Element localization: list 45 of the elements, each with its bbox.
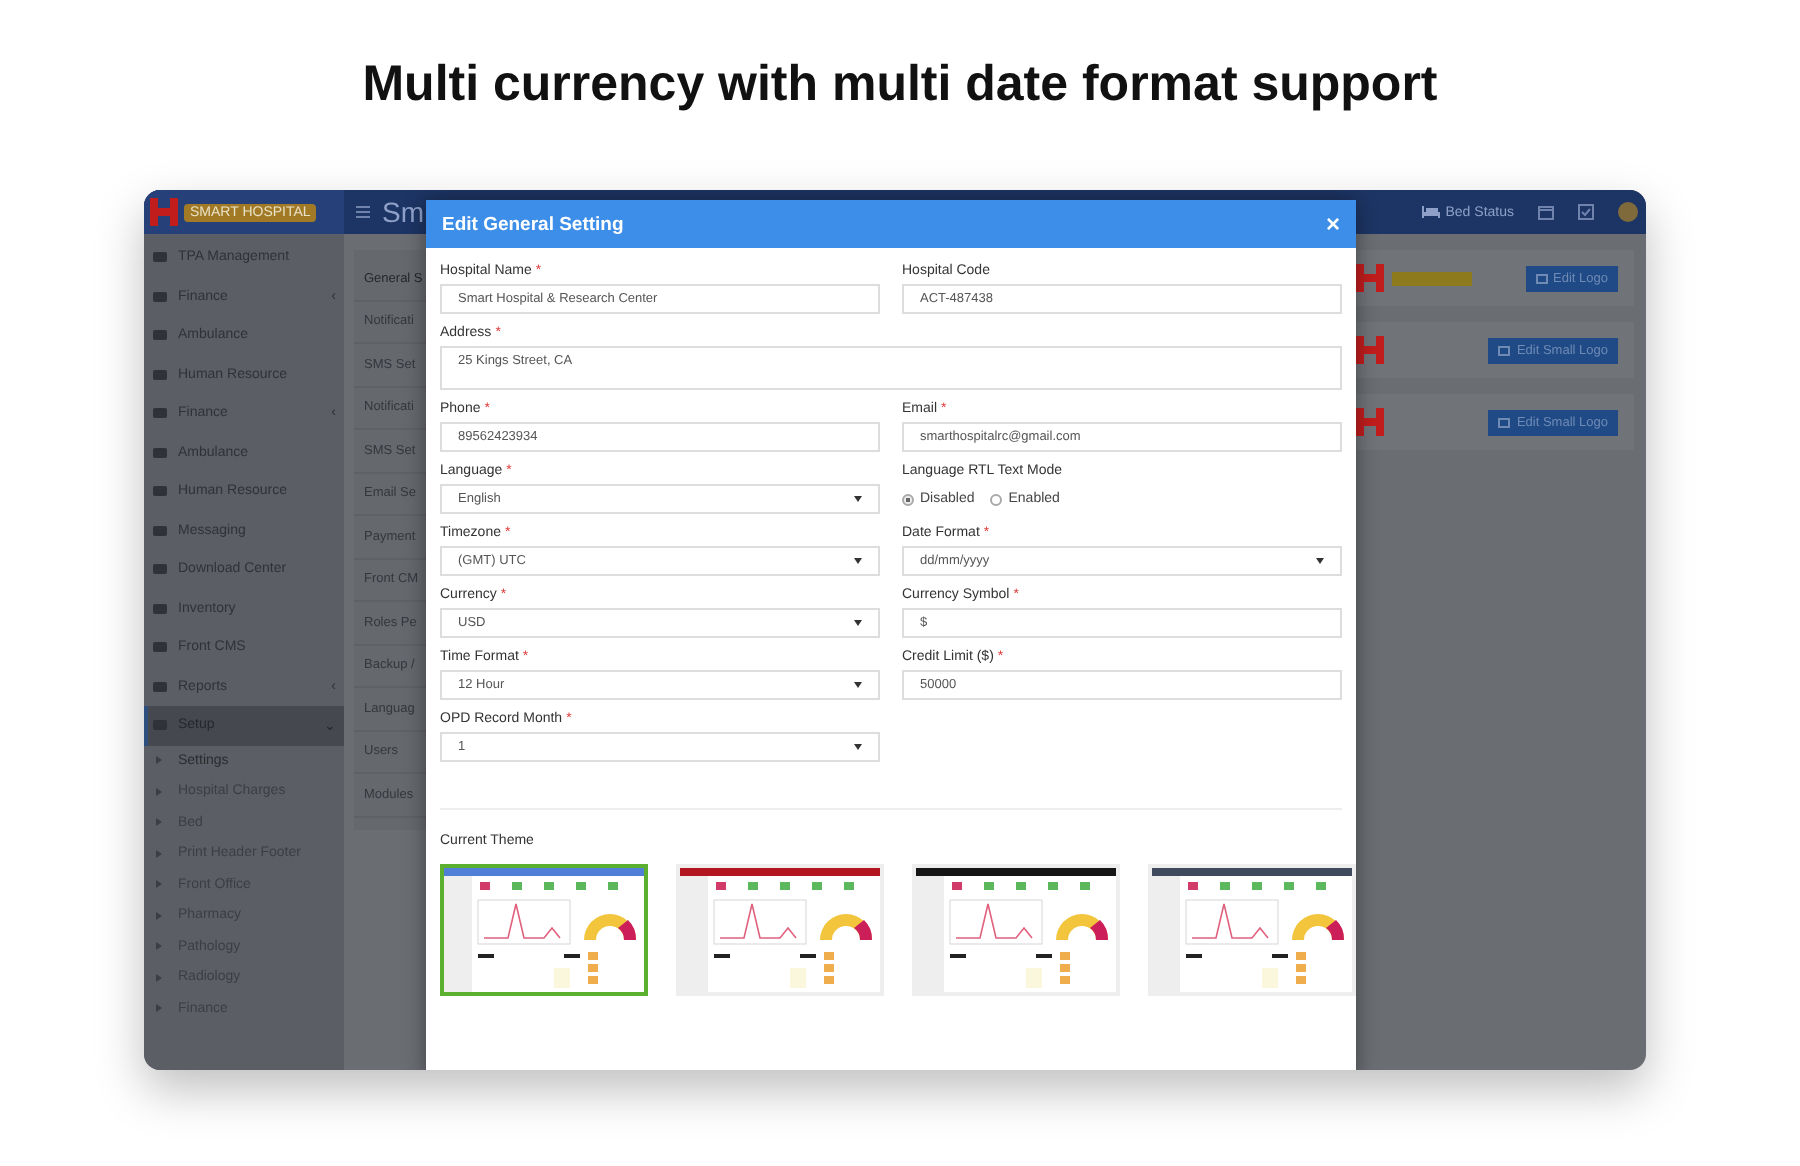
- square-icon: [152, 328, 168, 343]
- page-title: Sm: [382, 196, 424, 228]
- caret-icon: [854, 682, 862, 688]
- square-icon: [152, 523, 168, 538]
- triangle-icon: [156, 787, 162, 796]
- checklist-icon[interactable]: [1578, 204, 1594, 220]
- logo-icon: [1356, 408, 1384, 436]
- bed-icon: [1421, 206, 1440, 218]
- triangle-icon: [156, 1004, 162, 1013]
- caret-icon: [1316, 558, 1324, 564]
- image-icon: [1498, 345, 1511, 355]
- square-icon: [152, 679, 168, 694]
- square-icon: [152, 406, 168, 421]
- calendar-icon[interactable]: [1538, 204, 1554, 220]
- square-icon: [152, 367, 168, 382]
- square-icon: [152, 601, 168, 616]
- image-icon: [1535, 273, 1548, 283]
- image-icon: [1498, 417, 1511, 427]
- logo-icon: [1356, 336, 1384, 364]
- square-icon: [152, 250, 168, 265]
- square-icon: [152, 640, 168, 655]
- square-icon: [152, 562, 168, 577]
- menu-icon[interactable]: [356, 206, 370, 218]
- page-heading: Multi currency with multi date format support: [362, 56, 1438, 114]
- caret-icon: [854, 496, 862, 502]
- triangle-icon: [156, 973, 162, 982]
- triangle-icon: [156, 880, 162, 889]
- theme-thumbnail[interactable]: [440, 864, 648, 996]
- triangle-icon: [156, 849, 162, 858]
- square-icon: [152, 445, 168, 460]
- logo-icon: [1356, 264, 1384, 292]
- caret-icon: [854, 558, 862, 564]
- triangle-icon: [156, 911, 162, 920]
- close-button[interactable]: ×: [1325, 210, 1340, 238]
- triangle-icon: [156, 942, 162, 951]
- square-icon: [152, 289, 168, 304]
- avatar-icon[interactable]: [1618, 202, 1638, 222]
- caret-icon: [854, 620, 862, 626]
- triangle-icon: [156, 756, 162, 765]
- dialog-title: Edit General Setting: [442, 213, 624, 235]
- triangle-icon: [156, 818, 162, 827]
- logo-icon: [150, 198, 178, 226]
- logo-badge: [1392, 271, 1472, 285]
- caret-icon: [854, 744, 862, 750]
- square-icon: [152, 484, 168, 499]
